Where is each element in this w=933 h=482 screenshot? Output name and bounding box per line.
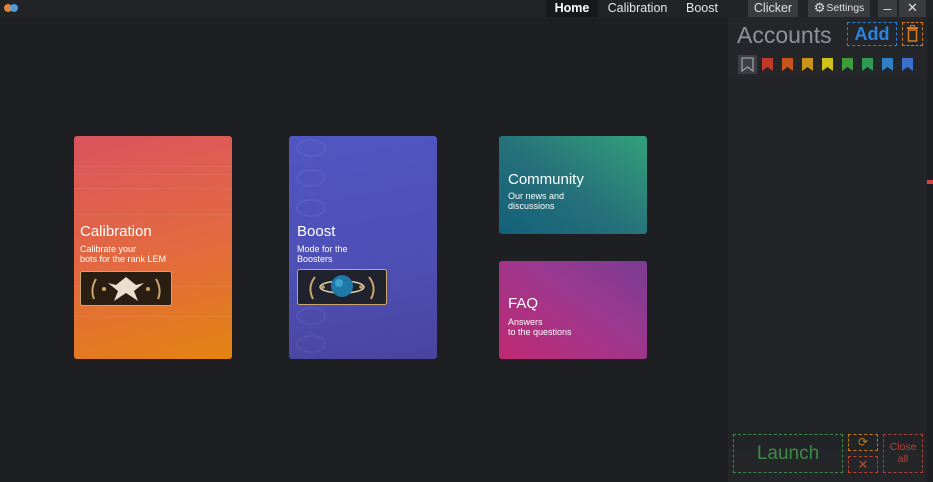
accounts-title: Accounts: [737, 22, 832, 48]
launch-button[interactable]: Launch: [733, 434, 843, 473]
cancel-button[interactable]: ✕: [848, 456, 878, 473]
community-title: Community: [508, 171, 584, 188]
app-logo: [4, 4, 20, 13]
rank-badge-eagle-icon: [80, 271, 172, 306]
bookmark-color-6-icon[interactable]: [862, 58, 873, 71]
gear-icon: ⚙: [813, 0, 826, 15]
community-card[interactable]: Community Our news and discussions: [499, 136, 647, 234]
x-icon: ✕: [857, 457, 869, 472]
delete-account-button[interactable]: [902, 22, 923, 46]
scroll-indicator: [927, 180, 933, 184]
calibration-title: Calibration: [80, 223, 152, 240]
accounts-panel: [728, 17, 927, 482]
boost-title: Boost: [297, 223, 336, 240]
add-account-button[interactable]: Add: [847, 22, 897, 46]
boost-subtitle: Mode for the Boosters: [297, 244, 348, 264]
close-all-button[interactable]: Close all: [883, 434, 923, 473]
tab-calibration[interactable]: Calibration: [604, 0, 671, 17]
minimize-button[interactable]: –: [878, 0, 897, 17]
close-icon: ✕: [907, 0, 918, 15]
community-subtitle: Our news and discussions: [508, 191, 565, 211]
clicker-button[interactable]: Clicker: [748, 0, 798, 17]
bookmark-filter-bar: [738, 55, 928, 75]
calibration-subtitle: Calibrate your bots for the rank LEM: [80, 244, 167, 264]
settings-label: Settings: [826, 2, 865, 14]
refresh-icon: ⟳: [857, 435, 869, 449]
bookmark-color-2-icon[interactable]: [782, 58, 793, 71]
faq-card[interactable]: FAQ Answers to the questions: [499, 261, 647, 359]
bookmark-all-icon[interactable]: [741, 57, 754, 73]
trash-icon: [907, 25, 918, 42]
bookmark-color-1-icon[interactable]: [762, 58, 773, 71]
calibration-card[interactable]: Calibration Calibrate your bots for the …: [74, 136, 232, 359]
bookmark-color-3-icon[interactable]: [802, 58, 813, 71]
close-window-button[interactable]: ✕: [899, 0, 926, 17]
bookmark-filters: [741, 57, 913, 73]
accounts-list[interactable]: [728, 79, 927, 449]
faq-title: FAQ: [508, 295, 539, 312]
settings-button[interactable]: ⚙Settings: [808, 0, 870, 17]
refresh-button[interactable]: ⟳: [848, 434, 878, 451]
tab-home[interactable]: Home: [546, 0, 598, 17]
faq-subtitle: Answers to the questions: [508, 317, 572, 337]
bookmark-color-5-icon[interactable]: [842, 58, 853, 71]
bookmark-color-7-icon[interactable]: [882, 58, 893, 71]
tab-boost[interactable]: Boost: [680, 0, 724, 17]
bookmark-color-8-icon[interactable]: [902, 58, 913, 71]
boost-card[interactable]: Boost Mode for the Boosters: [289, 136, 437, 359]
bookmark-color-4-icon[interactable]: [822, 58, 833, 71]
rank-badge-globe-icon: [297, 269, 387, 305]
minimize-icon: –: [883, 0, 892, 16]
